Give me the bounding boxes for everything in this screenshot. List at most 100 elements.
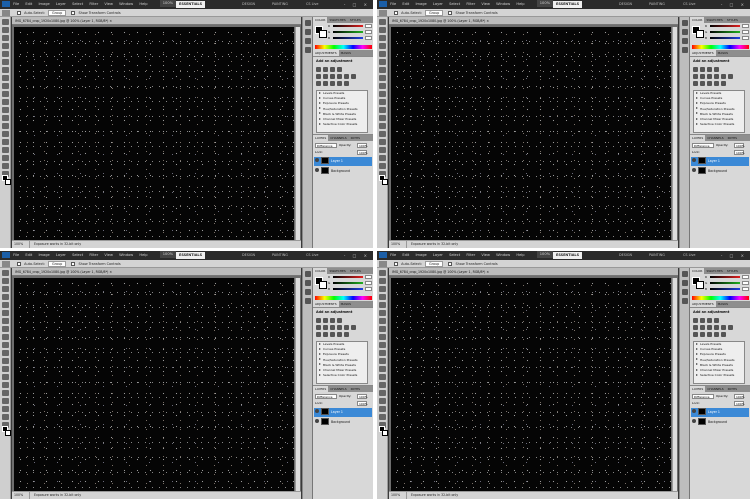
menu-image[interactable]: Image — [415, 0, 426, 9]
channel-b-value[interactable] — [742, 287, 749, 291]
menu-edit[interactable]: Edit — [402, 0, 409, 9]
channel-mixer-icon[interactable] — [728, 325, 733, 330]
menu-view[interactable]: View — [481, 0, 490, 9]
type-tool-icon[interactable] — [379, 390, 386, 396]
marquee-tool-icon[interactable] — [379, 278, 386, 284]
zoom-level-select[interactable]: 100% — [536, 251, 554, 258]
cs-live-button[interactable]: CS Live — [683, 252, 696, 259]
workspace-painting-button[interactable]: PAINTING — [272, 1, 288, 8]
exposure-icon[interactable] — [714, 67, 719, 72]
healing-brush-tool-icon[interactable] — [379, 318, 386, 324]
vertical-scrollbar[interactable] — [295, 278, 300, 491]
menu-filter[interactable]: Filter — [466, 0, 475, 9]
workspace-design-button[interactable]: DESIGN — [619, 1, 632, 8]
actions-panel-icon[interactable] — [305, 29, 311, 35]
curves-icon[interactable] — [330, 67, 335, 72]
photo-filter-icon[interactable] — [344, 74, 349, 79]
menu-help[interactable]: Help — [516, 251, 524, 260]
channel-g-slider[interactable] — [710, 282, 740, 284]
dodge-tool-icon[interactable] — [2, 123, 9, 129]
menu-window[interactable]: Window — [119, 251, 133, 260]
invert-icon[interactable] — [316, 81, 321, 86]
brightness-contrast-icon[interactable] — [316, 318, 321, 323]
background-color-swatch[interactable] — [382, 430, 388, 436]
status-zoom[interactable]: 100% — [389, 492, 407, 499]
auto-select-checkbox[interactable] — [17, 262, 22, 266]
visibility-eye-icon[interactable] — [315, 158, 319, 162]
shape-tool-icon[interactable] — [2, 406, 9, 412]
menu-filter[interactable]: Filter — [89, 0, 98, 9]
paragraph-panel-icon[interactable] — [305, 298, 311, 304]
image-canvas[interactable] — [391, 278, 671, 491]
opacity-input[interactable]: 100% — [734, 394, 745, 399]
menu-edit[interactable]: Edit — [25, 0, 32, 9]
hue-saturation-icon[interactable] — [700, 325, 705, 330]
history-brush-tool-icon[interactable] — [379, 342, 386, 348]
history-brush-tool-icon[interactable] — [379, 91, 386, 97]
color-balance-icon[interactable] — [330, 325, 335, 330]
menu-window[interactable]: Window — [119, 0, 133, 9]
marquee-tool-icon[interactable] — [2, 278, 9, 284]
vertical-scrollbar[interactable] — [672, 278, 677, 491]
move-tool-icon[interactable] — [379, 270, 386, 276]
pen-tool-icon[interactable] — [2, 382, 9, 388]
eyedropper-tool-icon[interactable] — [379, 310, 386, 316]
visibility-eye-icon[interactable] — [692, 168, 696, 172]
fill-input[interactable]: 100% — [357, 401, 368, 406]
posterize-icon[interactable] — [700, 332, 705, 337]
status-zoom[interactable]: 100% — [389, 241, 407, 248]
eraser-tool-icon[interactable] — [379, 350, 386, 356]
threshold-icon[interactable] — [707, 81, 712, 86]
show-transform-checkbox[interactable] — [71, 11, 76, 15]
crop-tool-icon[interactable] — [379, 51, 386, 57]
black-white-icon[interactable] — [337, 74, 342, 79]
menu-view[interactable]: View — [104, 251, 113, 260]
tab-channels[interactable]: CHANNELS — [705, 386, 725, 392]
clone-stamp-tool-icon[interactable] — [2, 334, 9, 340]
preset-item[interactable]: Selective Color Presets — [694, 122, 744, 127]
blur-tool-icon[interactable] — [2, 366, 9, 372]
channel-g-slider[interactable] — [710, 31, 740, 33]
menu-window[interactable]: Window — [496, 251, 510, 260]
layer-row-background[interactable]: Background — [314, 418, 372, 427]
character-panel-icon[interactable] — [682, 289, 688, 295]
menu-file[interactable]: File — [13, 0, 19, 9]
workspace-painting-button[interactable]: PAINTING — [649, 1, 665, 8]
channel-mixer-icon[interactable] — [351, 325, 356, 330]
fill-input[interactable]: 100% — [734, 150, 745, 155]
type-tool-icon[interactable] — [2, 139, 9, 145]
layer-row-background[interactable]: Background — [691, 167, 749, 176]
character-panel-icon[interactable] — [305, 289, 311, 295]
image-canvas[interactable] — [14, 27, 294, 240]
visibility-eye-icon[interactable] — [692, 419, 696, 423]
menu-help[interactable]: Help — [139, 0, 147, 9]
layer-row-background[interactable]: Background — [691, 418, 749, 427]
posterize-icon[interactable] — [323, 332, 328, 337]
crop-tool-icon[interactable] — [2, 51, 9, 57]
healing-brush-tool-icon[interactable] — [379, 67, 386, 73]
visibility-eye-icon[interactable] — [315, 419, 319, 423]
cs-live-button[interactable]: CS Live — [683, 1, 696, 8]
workspace-painting-button[interactable]: PAINTING — [649, 252, 665, 259]
lasso-tool-icon[interactable] — [379, 286, 386, 292]
channel-b-slider[interactable] — [333, 288, 363, 290]
blend-mode-dropdown[interactable]: Difference — [692, 394, 714, 399]
visibility-eye-icon[interactable] — [315, 168, 319, 172]
hand-tool-icon[interactable] — [2, 414, 9, 420]
workspace-essentials-button[interactable]: ESSENTIALS — [553, 1, 583, 8]
channel-g-value[interactable] — [742, 30, 749, 34]
workspace-essentials-button[interactable]: ESSENTIALS — [176, 1, 206, 8]
background-color-swatch[interactable] — [5, 430, 11, 436]
color-balance-icon[interactable] — [707, 74, 712, 79]
panel-background-swatch[interactable] — [319, 281, 327, 289]
color-balance-icon[interactable] — [707, 325, 712, 330]
clone-stamp-tool-icon[interactable] — [2, 83, 9, 89]
channel-r-slider[interactable] — [333, 25, 363, 27]
quick-select-tool-icon[interactable] — [379, 294, 386, 300]
gradient-tool-icon[interactable] — [379, 107, 386, 113]
preset-item[interactable]: Selective Color Presets — [317, 122, 367, 127]
shape-tool-icon[interactable] — [2, 155, 9, 161]
dodge-tool-icon[interactable] — [379, 374, 386, 380]
panel-background-swatch[interactable] — [696, 30, 704, 38]
tab-paths[interactable]: PATHS — [349, 135, 362, 141]
